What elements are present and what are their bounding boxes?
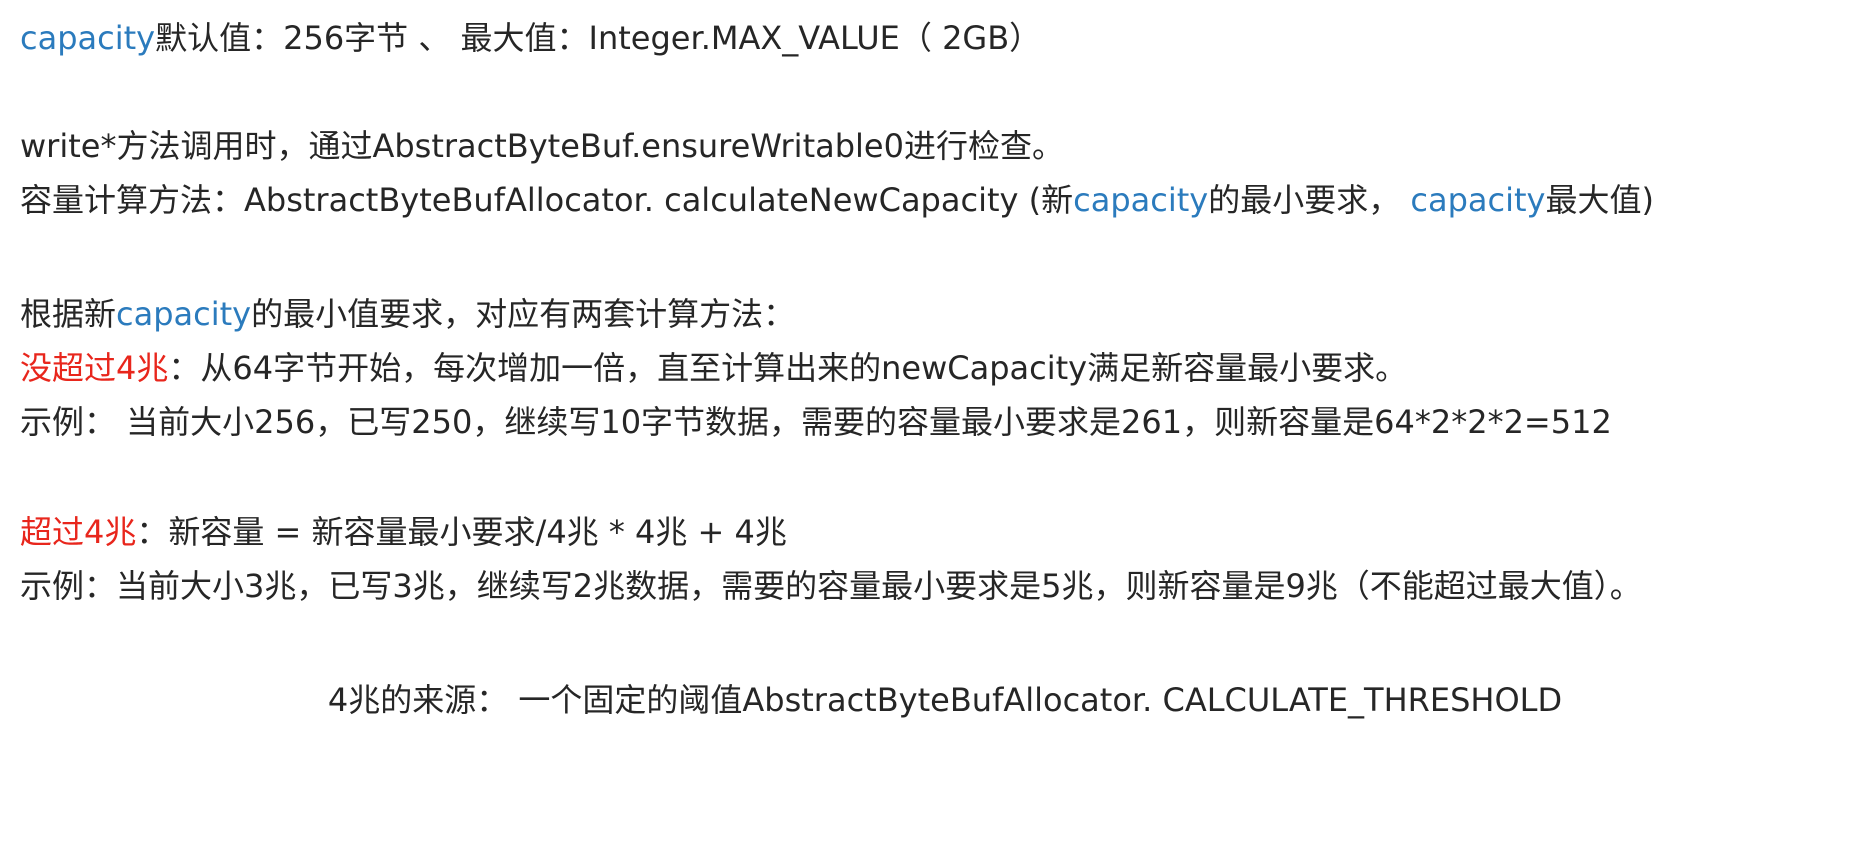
capacity-keyword: capacity (1073, 181, 1209, 219)
write-check-line: write*方法调用时，通过AbstractByteBuf.ensureWrit… (20, 126, 1064, 166)
capacity-default-text: 默认值：256字节 、 最大值：Integer.MAX_VALUE（ 2GB） (155, 19, 1042, 57)
capacity-calc-method-line: 容量计算方法：AbstractByteBufAllocator. calcula… (20, 180, 1654, 220)
two-methods-text: 根据新 (20, 295, 117, 333)
write-check-text: write*方法调用时，通过AbstractByteBuf.ensureWrit… (20, 127, 1064, 165)
calc-method-text-mid: 的最小要求， (1208, 181, 1411, 219)
document-page: capacity默认值：256字节 、 最大值：Integer.MAX_VALU… (0, 0, 1860, 864)
capacity-keyword: capacity (1410, 181, 1546, 219)
over-4mb-text: ：新容量 = 新容量最小要求/4兆 * 4兆 + 4兆 (136, 513, 787, 551)
under-4mb-line: 没超过4兆：从64字节开始，每次增加一倍，直至计算出来的newCapacity满… (20, 348, 1407, 388)
over-4mb-example-text: 示例：当前大小3兆，已写3兆，继续写2兆数据，需要的容量最小要求是5兆，则新容量… (20, 567, 1642, 605)
capacity-keyword: capacity (116, 295, 252, 333)
under-4mb-example-line: 示例： 当前大小256，已写250，继续写10字节数据，需要的容量最小要求是26… (20, 402, 1612, 442)
under-4mb-text: ：从64字节开始，每次增加一倍，直至计算出来的newCapacity满足新容量最… (168, 349, 1408, 387)
over-4mb-label: 超过4兆 (20, 513, 137, 551)
two-methods-text-end: 的最小值要求，对应有两套计算方法： (251, 295, 796, 333)
capacity-default-line: capacity默认值：256字节 、 最大值：Integer.MAX_VALU… (20, 18, 1041, 58)
two-methods-line: 根据新capacity的最小值要求，对应有两套计算方法： (20, 294, 795, 334)
under-4mb-label: 没超过4兆 (20, 349, 169, 387)
calc-method-text-end: 最大值) (1545, 181, 1654, 219)
under-4mb-example-text: 示例： 当前大小256，已写250，继续写10字节数据，需要的容量最小要求是26… (20, 403, 1612, 441)
threshold-source-line: 4兆的来源： 一个固定的阈值AbstractByteBufAllocator. … (0, 680, 1860, 720)
threshold-source-text: 4兆的来源： 一个固定的阈值AbstractByteBufAllocator. … (327, 681, 1563, 719)
capacity-keyword: capacity (20, 19, 156, 57)
over-4mb-example-line: 示例：当前大小3兆，已写3兆，继续写2兆数据，需要的容量最小要求是5兆，则新容量… (20, 566, 1642, 606)
calc-method-text: 容量计算方法：AbstractByteBufAllocator. calcula… (20, 181, 1074, 219)
over-4mb-line: 超过4兆：新容量 = 新容量最小要求/4兆 * 4兆 + 4兆 (20, 512, 787, 552)
